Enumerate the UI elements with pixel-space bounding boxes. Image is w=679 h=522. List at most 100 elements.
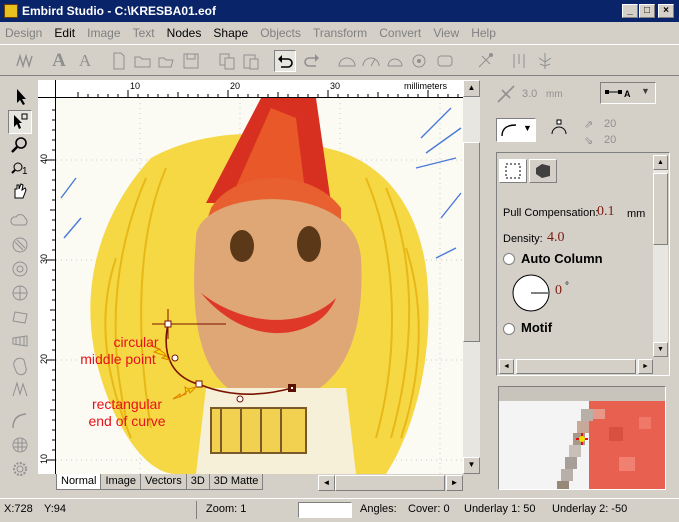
open-file-icon[interactable] xyxy=(132,50,154,72)
tab-image[interactable]: Image xyxy=(100,474,142,490)
menu-edit[interactable]: Edit xyxy=(49,23,79,40)
motif-label[interactable]: Motif xyxy=(521,320,552,335)
copy-icon[interactable] xyxy=(216,50,238,72)
motif-radio[interactable] xyxy=(503,323,515,335)
scroll-up-arrow-icon[interactable]: ▲ xyxy=(463,80,480,97)
menu-nodes[interactable]: Nodes xyxy=(162,23,206,40)
zoom-icon[interactable] xyxy=(8,134,32,158)
hand-pan-icon[interactable] xyxy=(8,180,32,204)
ruler-tick-label: 20 xyxy=(39,353,50,365)
maximize-button[interactable]: □ xyxy=(639,4,655,18)
status-coord-x: X:728 xyxy=(4,503,33,515)
ruler-tick-label: 10 xyxy=(39,453,50,465)
spin-b-value[interactable]: 20 xyxy=(604,134,616,146)
needle-icon[interactable] xyxy=(508,50,530,72)
scroll-down-arrow-icon[interactable]: ▼ xyxy=(463,457,480,474)
fill-pattern-icon[interactable] xyxy=(8,234,32,258)
embird-app-icon[interactable] xyxy=(4,4,18,18)
dotted-square-icon xyxy=(505,163,521,179)
menu-shape[interactable]: Shape xyxy=(208,23,252,40)
redo-icon[interactable] xyxy=(300,50,322,72)
menu-text[interactable]: Text xyxy=(128,23,159,40)
stitch-settings-icon[interactable] xyxy=(474,50,496,72)
select-arrow-icon[interactable] xyxy=(8,86,32,110)
tab-3d[interactable]: 3D xyxy=(185,474,210,490)
design-canvas[interactable]: circular middle point rectangular end of… xyxy=(56,98,463,474)
parallelogram-icon[interactable] xyxy=(8,306,32,330)
close-button[interactable]: × xyxy=(658,4,674,18)
text-tool-icon[interactable]: A xyxy=(48,50,70,72)
curve-type-dropdown[interactable]: ▼ xyxy=(496,118,536,142)
scroll-right-arrow-icon[interactable]: ► xyxy=(446,475,463,491)
canvas-vertical-scrollbar[interactable]: ▲ ▼ xyxy=(463,80,480,474)
properties-horizontal-scrollbar[interactable]: ◄ ► xyxy=(499,359,653,374)
auto-column-radio[interactable] xyxy=(503,253,515,265)
angle-unit: ° xyxy=(565,281,569,292)
tree-icon[interactable] xyxy=(534,50,556,72)
zoom-1-icon[interactable]: 1 xyxy=(8,158,32,182)
node-edit-icon[interactable] xyxy=(8,110,32,134)
auto-column-label[interactable]: Auto Column xyxy=(521,251,603,266)
menu-transform[interactable]: Transform xyxy=(308,23,371,40)
radial-fill-icon[interactable] xyxy=(8,282,32,306)
blob-shape-icon[interactable] xyxy=(8,354,32,378)
annotation-middle-point: middle point xyxy=(80,351,156,367)
pull-compensation-value[interactable]: 0.1 xyxy=(597,204,615,220)
dome-icon[interactable] xyxy=(336,50,358,72)
scroll-thumb[interactable] xyxy=(653,173,668,245)
scroll-down-arrow-icon[interactable]: ▼ xyxy=(653,342,668,357)
menu-image[interactable]: Image xyxy=(82,23,124,40)
open-close-curve-icon[interactable] xyxy=(548,118,570,140)
tab-3d-matte[interactable]: 3D Matte xyxy=(208,474,264,490)
gear-fill-icon[interactable] xyxy=(8,458,32,482)
menu-view[interactable]: View xyxy=(428,23,463,40)
grid-fill-icon[interactable] xyxy=(8,434,32,458)
status-zoom: Zoom: 1 xyxy=(206,503,247,515)
density-value[interactable]: 4.0 xyxy=(547,230,565,246)
arc-icon[interactable] xyxy=(384,50,406,72)
menu-convert[interactable]: Convert xyxy=(374,23,425,40)
node-type-dropdown[interactable]: A ▼ xyxy=(600,82,656,104)
outline-mode-button[interactable] xyxy=(529,159,557,183)
fill-mode-button[interactable] xyxy=(499,159,527,183)
text-path-icon[interactable]: A xyxy=(74,50,96,72)
minimize-button[interactable]: _ xyxy=(622,4,638,18)
paste-icon[interactable] xyxy=(240,50,262,72)
shape-cloud-icon[interactable] xyxy=(8,210,32,234)
new-file-icon[interactable] xyxy=(108,50,130,72)
spin-up-icon[interactable]: ⇗ xyxy=(584,118,593,131)
chevron-down-icon[interactable]: ▼ xyxy=(523,123,532,133)
hoop-icon[interactable] xyxy=(434,50,456,72)
zigzag-shape-icon[interactable] xyxy=(8,378,32,402)
menu-objects[interactable]: Objects xyxy=(255,23,305,40)
ring-icon[interactable] xyxy=(408,50,430,72)
save-icon[interactable] xyxy=(180,50,202,72)
angle-value[interactable]: 0 xyxy=(555,283,562,299)
tab-normal[interactable]: Normal xyxy=(56,474,102,490)
horizontal-scroll-thumb[interactable] xyxy=(335,475,445,491)
scroll-left-arrow-icon[interactable]: ◄ xyxy=(318,475,335,491)
circle-fill-icon[interactable] xyxy=(8,258,32,282)
undo-icon[interactable] xyxy=(274,50,296,72)
scroll-right-arrow-icon[interactable]: ► xyxy=(638,359,653,374)
scroll-up-arrow-icon[interactable]: ▲ xyxy=(653,155,668,170)
ruler-tick-label: 10 xyxy=(130,81,141,91)
column-stitch-icon[interactable] xyxy=(8,330,32,354)
open-folder-icon[interactable] xyxy=(156,50,178,72)
chevron-down-icon[interactable]: ▼ xyxy=(641,86,650,96)
angle-dial[interactable] xyxy=(511,273,551,313)
horizontal-scroll-thumb[interactable] xyxy=(516,359,636,374)
gauge-icon[interactable] xyxy=(360,50,382,72)
curve-line-icon[interactable] xyxy=(8,410,32,434)
scroll-thumb[interactable] xyxy=(463,142,480,342)
stitch-pattern-icon[interactable] xyxy=(14,50,36,72)
spin-down-icon[interactable]: ⇘ xyxy=(584,134,593,147)
tab-vectors[interactable]: Vectors xyxy=(140,474,187,490)
spin-a-value[interactable]: 20 xyxy=(604,118,616,130)
scroll-left-arrow-icon[interactable]: ◄ xyxy=(499,359,514,374)
status-underlay-1: Underlay 1: 50 xyxy=(464,503,536,515)
status-angles: Angles: xyxy=(360,503,397,515)
menu-design[interactable]: Design xyxy=(0,23,46,40)
menu-help[interactable]: Help xyxy=(466,23,500,40)
properties-vertical-scrollbar[interactable]: ▲ ▼ xyxy=(653,155,668,357)
